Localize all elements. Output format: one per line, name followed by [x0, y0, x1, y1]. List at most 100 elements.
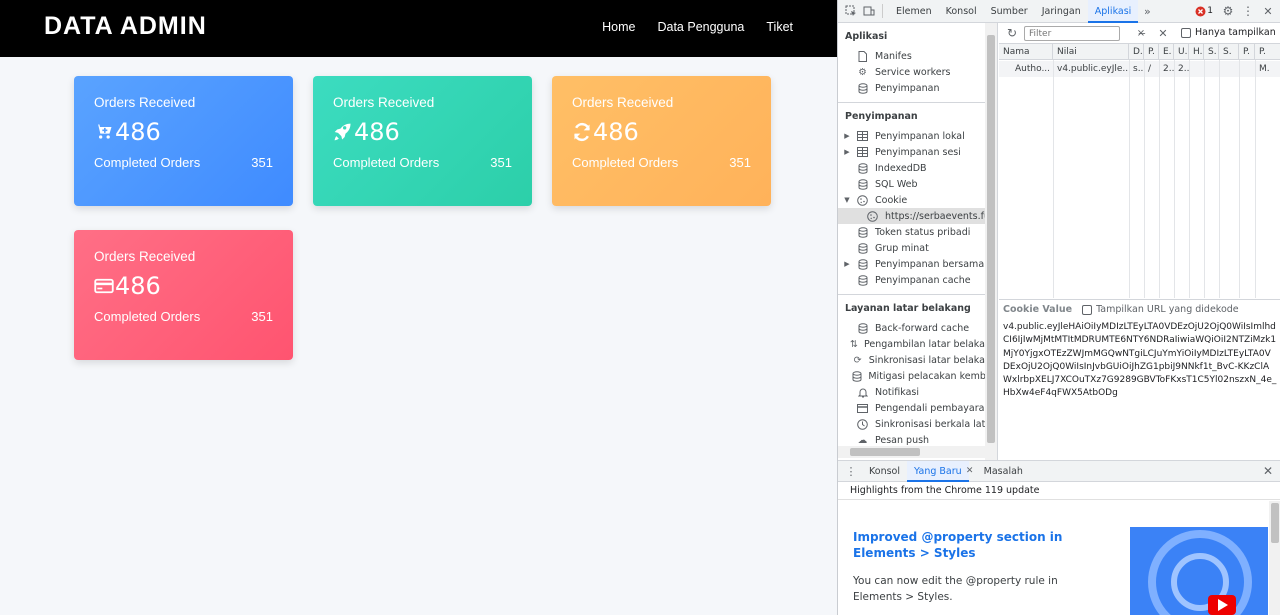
error-icon[interactable] — [1193, 4, 1207, 18]
column-header-expires[interactable]: E. — [1159, 44, 1174, 60]
nav-home-link[interactable]: Home — [602, 20, 635, 34]
device-toolbar-icon[interactable] — [862, 4, 876, 18]
column-divider — [1053, 60, 1054, 298]
sidebar-item-bfcache[interactable]: Back-forward cache — [838, 320, 997, 336]
column-header-size[interactable]: U. — [1174, 44, 1189, 60]
cookie-cell-name[interactable]: Autho... — [1011, 61, 1053, 77]
close-tab-icon[interactable]: ✕ — [963, 464, 977, 478]
sidebar-horizontal-scrollbar[interactable] — [838, 446, 985, 458]
card-footer-value: 351 — [251, 155, 273, 170]
close-drawer-icon[interactable]: ✕ — [1261, 464, 1275, 478]
cart-icon — [94, 124, 112, 139]
more-tabs-icon[interactable]: » — [1140, 4, 1154, 18]
whats-new-title[interactable]: Improved @property section in Elements >… — [853, 529, 1073, 561]
card-footer-label: Completed Orders — [94, 309, 201, 324]
column-header-priority[interactable]: P. — [1255, 44, 1280, 60]
sidebar-item-private-state-tokens[interactable]: Token status pribadi — [838, 224, 997, 240]
cookie-cell-expires[interactable]: 2... — [1159, 61, 1174, 77]
sidebar-item-indexeddb[interactable]: IndexedDB — [838, 160, 997, 176]
orders-card: Orders Received 486 Completed Orders 351 — [74, 230, 293, 360]
settings-gear-icon[interactable]: ⚙ — [1221, 4, 1235, 18]
error-count[interactable]: 1 — [1207, 6, 1213, 16]
scrollbar-thumb[interactable] — [850, 448, 920, 456]
column-header-partition[interactable]: P. — [1239, 44, 1255, 60]
inspect-element-icon[interactable] — [844, 4, 858, 18]
cookie-cell-size[interactable]: 2... — [1174, 61, 1189, 77]
drawer-tab-masalah[interactable]: Masalah — [977, 461, 1030, 482]
tab-elemen[interactable]: Elemen — [889, 0, 939, 23]
sidebar-item-background-sync[interactable]: ⟳ Sinkronisasi latar belakang — [838, 352, 997, 368]
card-footer-label: Completed Orders — [94, 155, 201, 170]
sidebar-item-interest-groups[interactable]: Grup minat — [838, 240, 997, 256]
column-header-nama[interactable]: Nama — [999, 44, 1053, 60]
tab-jaringan[interactable]: Jaringan — [1035, 0, 1088, 23]
sidebar-item-cookie[interactable]: ▼ Cookie — [838, 192, 997, 208]
cookie-cell-domain[interactable]: s... — [1129, 61, 1144, 77]
table-grid-icon — [856, 146, 869, 158]
rocket-icon — [334, 123, 351, 141]
nav-tiket-link[interactable]: Tiket — [766, 20, 793, 34]
column-header-httponly[interactable]: H. — [1189, 44, 1204, 60]
drawer-scrollbar[interactable] — [1269, 501, 1280, 615]
nav-data-pengguna-link[interactable]: Data Pengguna — [657, 20, 744, 34]
column-header-path[interactable]: P. — [1144, 44, 1159, 60]
sidebar-item-label: https://serbaevents.fun — [885, 210, 997, 222]
sidebar-item-session-storage[interactable]: ▶ Penyimpanan sesi — [838, 144, 997, 160]
drawer-tab-yang-baru[interactable]: Yang Baru — [907, 460, 969, 482]
sidebar-item-shared-storage[interactable]: ▶ Penyimpanan bersama — [838, 256, 997, 272]
sidebar-item-notifications[interactable]: Notifikasi — [838, 384, 997, 400]
cloud-icon: ☁ — [857, 434, 868, 446]
sidebar-item-manifes[interactable]: Manifes — [838, 48, 997, 64]
sidebar-item-label: Penyimpanan cache — [875, 274, 971, 286]
column-divider — [1159, 60, 1160, 298]
gears-icon: ⚙ — [858, 66, 867, 78]
sidebar-item-web-sql[interactable]: SQL Web — [838, 176, 997, 192]
show-url-decoded-checkbox[interactable] — [1082, 304, 1093, 315]
cookie-cell-value[interactable]: v4.public.eyJle... — [1053, 61, 1129, 77]
sidebar-item-service-workers[interactable]: ⚙ Service workers — [838, 64, 997, 80]
drawer-menu-icon[interactable]: ⋮ — [844, 464, 858, 478]
sidebar-item-label: SQL Web — [875, 178, 918, 190]
cookie-value-text[interactable]: v4.public.eyJleHAiOiIyMDIzLTEyLTA0VDEzOj… — [999, 319, 1280, 403]
sidebar-item-background-fetch[interactable]: ⇅ Pengambilan latar belakang — [838, 336, 997, 352]
file-icon — [856, 50, 869, 62]
kebab-menu-icon[interactable]: ⋮ — [1241, 4, 1255, 18]
column-header-domain[interactable]: D. — [1129, 44, 1144, 60]
scrollbar-thumb[interactable] — [987, 35, 995, 443]
close-devtools-icon[interactable]: ✕ — [1261, 4, 1275, 18]
sidebar-item-label: IndexedDB — [875, 162, 927, 174]
scrollbar-thumb[interactable] — [1271, 503, 1279, 543]
column-header-samesite[interactable]: S. — [1219, 44, 1239, 60]
sidebar-item-cache-storage[interactable]: Penyimpanan cache — [838, 272, 997, 288]
clear-all-icon[interactable]: ✕ — [1156, 26, 1170, 40]
sidebar-item-label: Penyimpanan bersama — [875, 258, 985, 270]
brand-title[interactable]: DATA ADMIN — [44, 12, 207, 41]
sidebar-item-cookie-origin[interactable]: https://serbaevents.fun — [838, 208, 997, 224]
sidebar-vertical-scrollbar[interactable] — [985, 23, 997, 460]
sidebar-item-periodic-sync[interactable]: Sinkronisasi berkala latar — [838, 416, 997, 432]
drawer-tab-bar: ⋮ Konsol Yang Baru ✕ Masalah ✕ — [838, 460, 1280, 482]
sidebar-item-local-storage[interactable]: ▶ Penyimpanan lokal — [838, 128, 997, 144]
cookie-cell-priority[interactable]: M. — [1255, 61, 1280, 77]
column-header-secure[interactable]: S. — [1204, 44, 1219, 60]
sidebar-item-penyimpanan[interactable]: Penyimpanan — [838, 80, 997, 96]
clear-filtered-icon[interactable]: ⨯̶ — [1134, 26, 1148, 40]
refresh-icon[interactable]: ↻ — [1005, 26, 1019, 40]
only-show-checkbox[interactable] — [1181, 28, 1191, 38]
filter-input[interactable] — [1024, 26, 1120, 41]
tab-konsol[interactable]: Konsol — [939, 0, 984, 23]
refresh-icon — [574, 122, 590, 142]
sidebar-item-payment-handler[interactable]: Pengendali pembayaran — [838, 400, 997, 416]
tab-aplikasi[interactable]: Aplikasi — [1087, 0, 1139, 23]
card-footer: Completed Orders 351 — [94, 309, 273, 324]
tab-sumber[interactable]: Sumber — [984, 0, 1035, 23]
drawer-tab-konsol[interactable]: Konsol — [862, 461, 907, 482]
cookie-main-pane: ↻ ⨯̶ ✕ Hanya tampilkan Nama Nilai D. P. … — [999, 23, 1280, 460]
database-icon — [856, 274, 869, 286]
card-value: 486 — [115, 272, 161, 300]
cookie-cell-path[interactable]: / — [1144, 61, 1159, 77]
sidebar-divider — [838, 102, 997, 103]
whats-new-video-thumbnail[interactable] — [1130, 527, 1268, 615]
sidebar-item-bounce-tracking[interactable]: Mitigasi pelacakan kembali — [838, 368, 997, 384]
column-header-nilai[interactable]: Nilai — [1053, 44, 1129, 60]
